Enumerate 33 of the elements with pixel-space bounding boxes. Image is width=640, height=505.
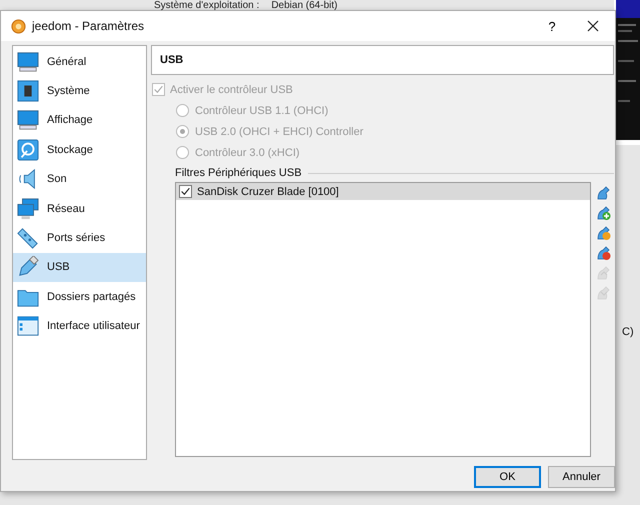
group-label: Filtres Périphériques USB xyxy=(175,167,302,179)
serial-port-icon xyxy=(17,227,39,250)
window-icon xyxy=(17,315,39,338)
category-item[interactable]: Dossiers partagés xyxy=(13,282,146,312)
checkmark-icon xyxy=(180,186,191,197)
usb-plug-icon xyxy=(17,256,39,278)
filter-item[interactable]: SanDisk Cruzer Blade [0100] xyxy=(176,183,590,200)
chip-icon xyxy=(17,80,39,102)
help-button[interactable]: ? xyxy=(533,11,571,41)
os-label: Système d'exploitation : xyxy=(154,0,260,11)
category-item[interactable]: Affichage xyxy=(13,106,146,136)
cancel-button[interactable]: Annuler xyxy=(548,466,615,488)
category-item[interactable]: Système xyxy=(13,76,146,106)
radio-label: Contrôleur 3.0 (xHCI) xyxy=(195,146,300,158)
page-header: USB xyxy=(151,45,614,75)
checkmark-icon xyxy=(153,84,164,95)
category-item[interactable]: Interface utilisateur xyxy=(13,312,146,341)
background-text: C) xyxy=(622,326,634,338)
os-value: Debian (64-bit) xyxy=(271,0,338,11)
category-item[interactable]: Son xyxy=(13,164,146,194)
radio-label: Contrôleur USB 1.1 (OHCI) xyxy=(195,104,328,116)
window-title: jeedom - Paramètres xyxy=(32,19,146,33)
monitor-icon xyxy=(17,109,39,132)
category-item[interactable]: Réseau xyxy=(13,194,146,224)
monitor-icon xyxy=(17,50,39,73)
radio-label: USB 2.0 (OHCI + EHCI) Controller xyxy=(195,126,364,138)
category-item[interactable]: Général xyxy=(13,47,146,76)
category-item[interactable]: Ports séries xyxy=(13,223,146,253)
close-icon xyxy=(587,20,599,32)
category-item[interactable]: Stockage xyxy=(13,135,146,165)
ok-button[interactable]: OK xyxy=(474,466,541,488)
category-item[interactable]: USB xyxy=(13,252,146,282)
network-icon xyxy=(17,198,39,220)
